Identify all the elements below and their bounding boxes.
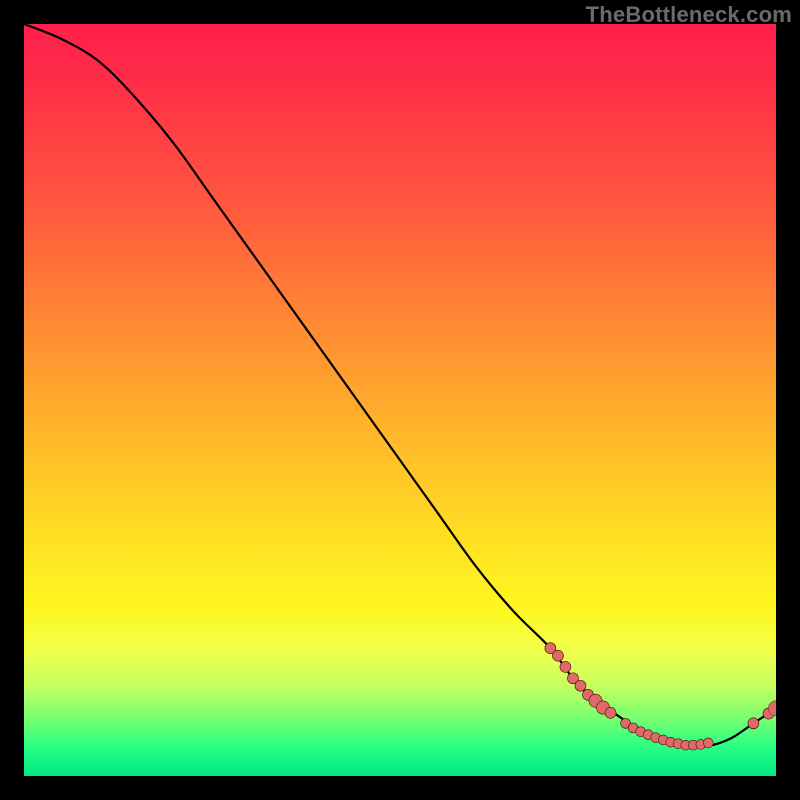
marker-dots: [545, 643, 776, 750]
marker-dot: [560, 661, 571, 672]
marker-dot: [748, 718, 759, 729]
plot-area: [24, 24, 776, 776]
marker-dot: [575, 680, 586, 691]
bottleneck-curve: [24, 24, 776, 747]
curve-layer: [24, 24, 776, 776]
marker-dot: [703, 738, 713, 748]
marker-dot: [605, 707, 616, 718]
chart-stage: TheBottleneck.com: [0, 0, 800, 800]
marker-dot: [552, 650, 563, 661]
